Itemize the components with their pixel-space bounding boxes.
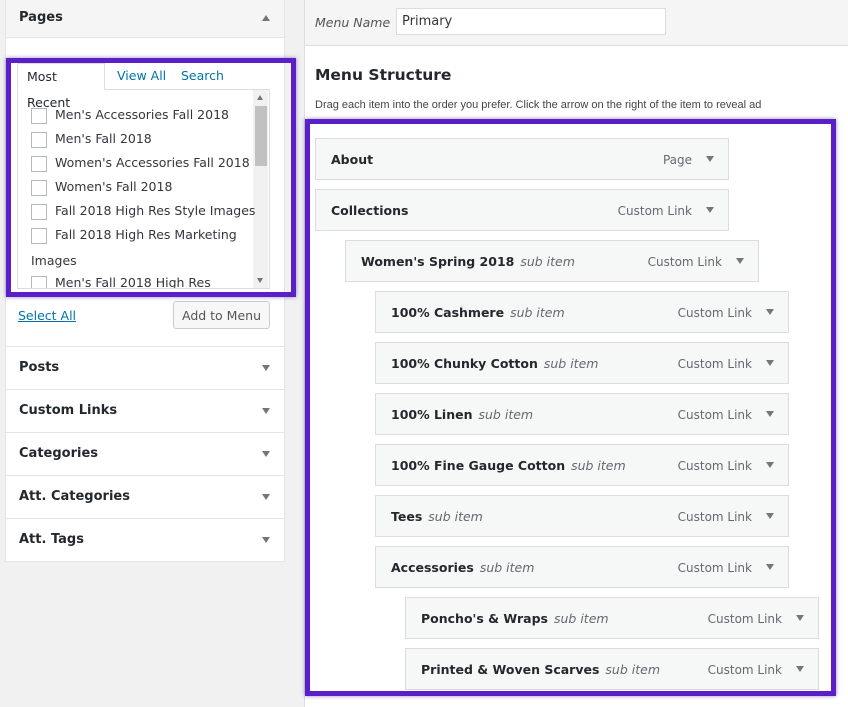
add-to-menu-button[interactable]: Add to Menu [173,301,270,329]
expand-arrow-icon[interactable] [262,537,270,543]
menu-name-input[interactable] [396,8,666,35]
section-title: Att. Tags [19,532,84,547]
section-categories[interactable]: Categories [6,432,284,475]
section-att-tags[interactable]: Att. Tags [6,518,284,561]
section-posts[interactable]: Posts [6,346,284,389]
section-custom-links[interactable]: Custom Links [6,389,284,432]
pages-section-header[interactable]: Pages [6,0,284,38]
highlight-box-menu-structure [305,119,836,696]
expand-arrow-icon[interactable] [262,494,270,500]
menu-structure-title: Menu Structure [315,66,452,84]
section-att-categories[interactable]: Att. Categories [6,475,284,518]
section-title: Categories [19,446,99,461]
expand-arrow-icon[interactable] [262,408,270,414]
section-title: Posts [19,360,60,375]
tab-most-recent[interactable]: Most Recent [17,63,105,110]
pages-title: Pages [19,10,63,25]
menu-structure-description: Drag each item into the order you prefer… [315,99,762,111]
menu-name-label: Menu Name [315,15,391,30]
section-title: Custom Links [19,403,118,418]
section-title: Att. Categories [19,489,130,504]
collapse-arrow-icon[interactable] [262,15,270,21]
expand-arrow-icon[interactable] [262,365,270,371]
select-all-link[interactable]: Select All [18,308,76,323]
expand-arrow-icon[interactable] [262,451,270,457]
